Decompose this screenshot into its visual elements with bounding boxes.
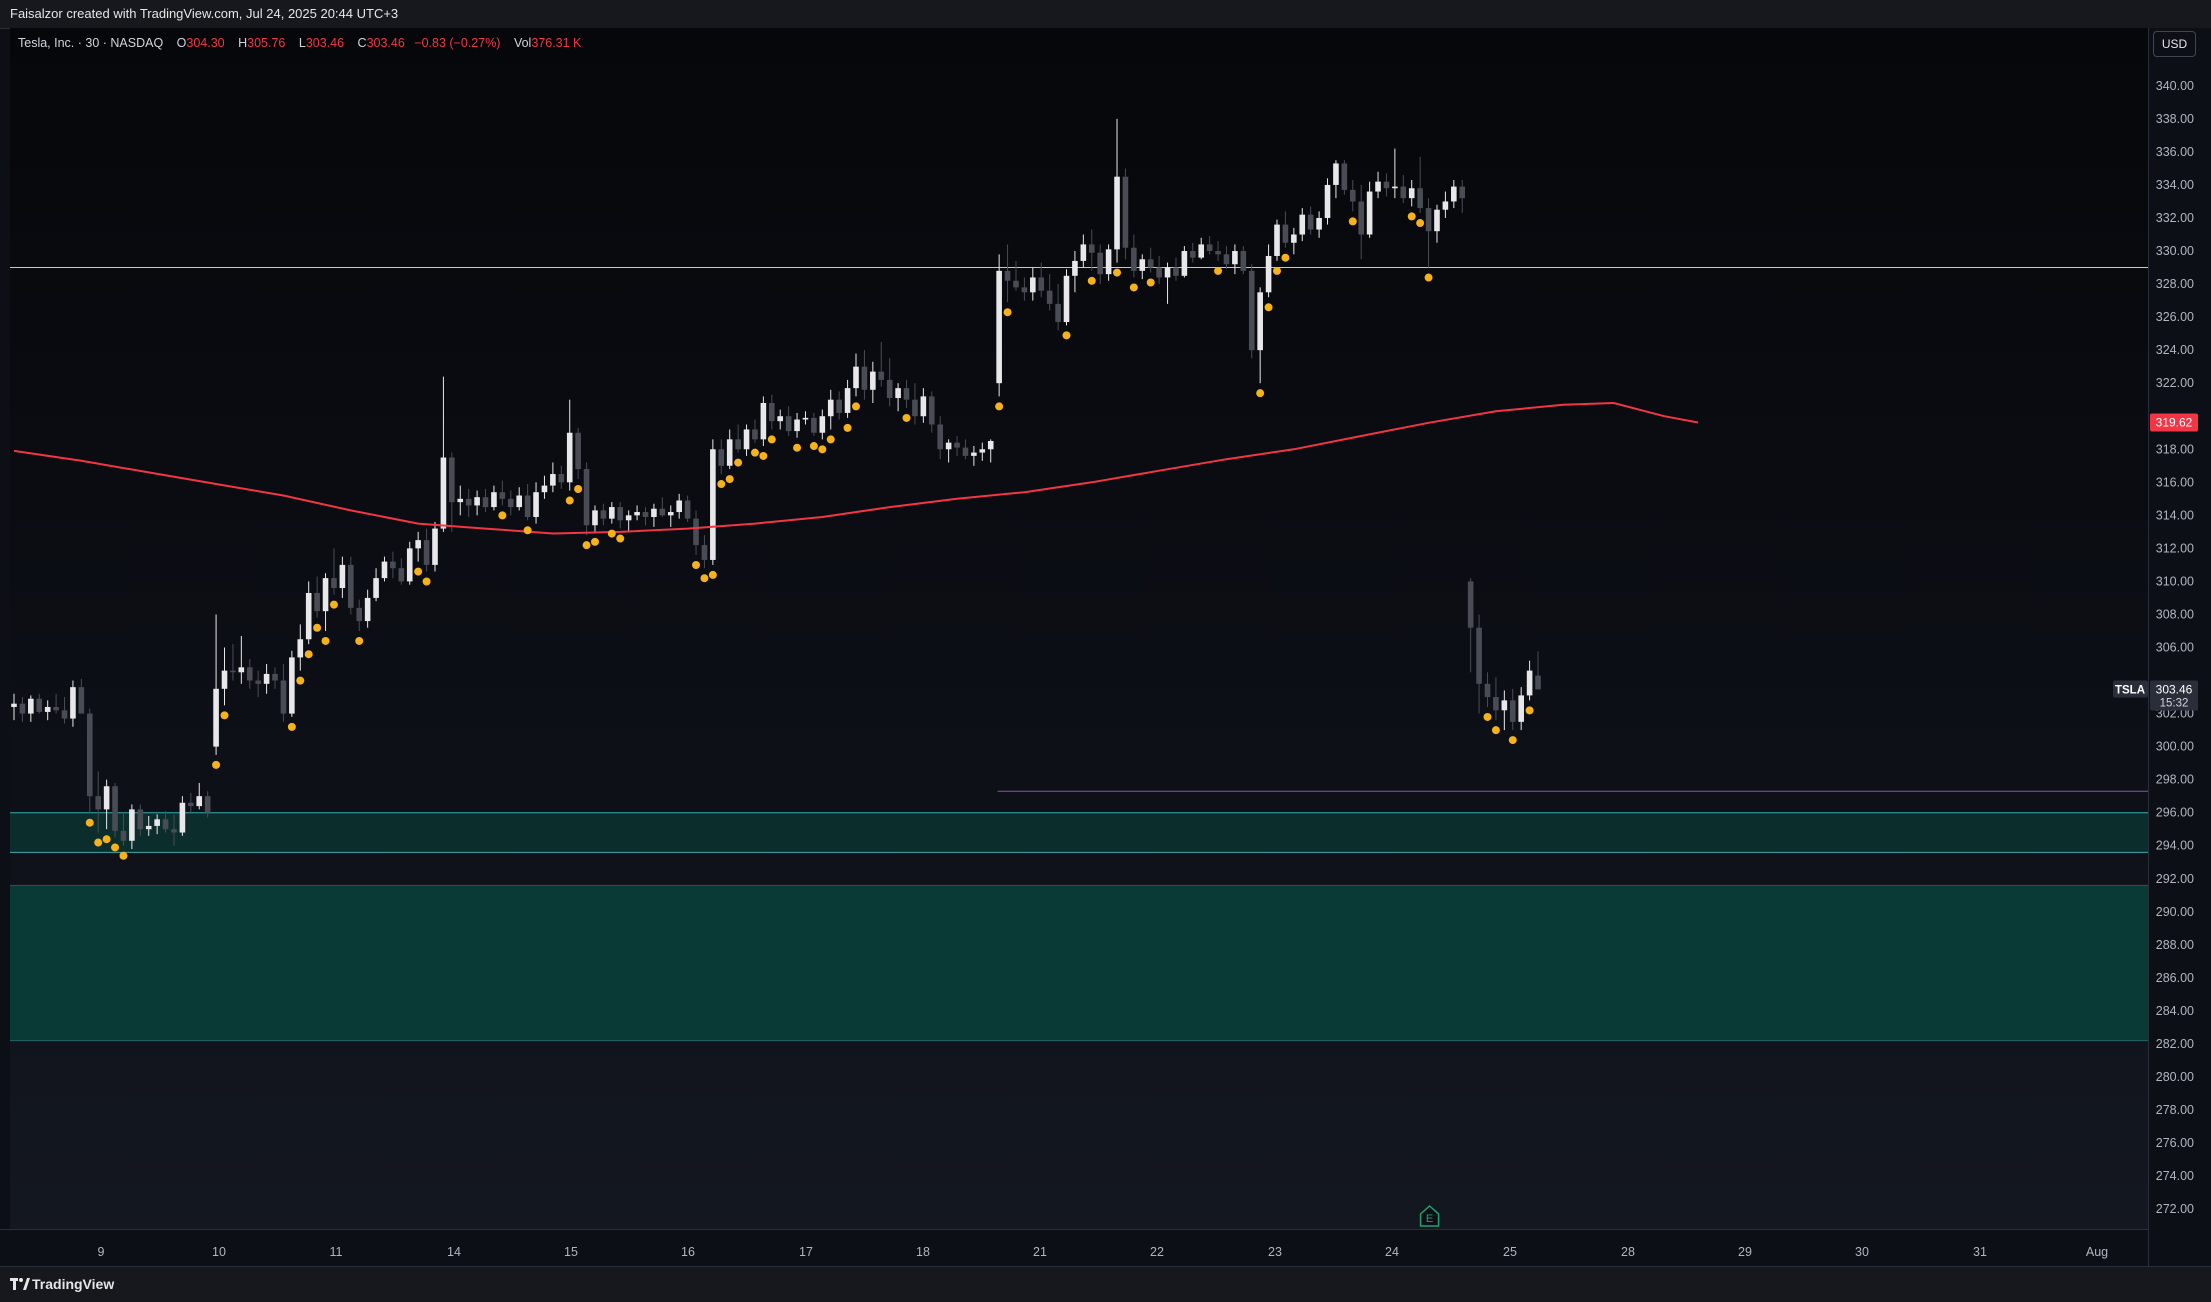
open-value: 304.30 — [186, 36, 225, 50]
close-value: 303.46 — [366, 36, 405, 50]
currency-button[interactable]: USD — [2153, 31, 2196, 57]
volume-label: Vol — [513, 36, 532, 50]
open-label: O — [176, 36, 187, 50]
chart-pane[interactable] — [10, 28, 2211, 1266]
attribution-text: Faisalzor created with TradingView.com, … — [10, 6, 399, 21]
attribution-bar: Faisalzor created with TradingView.com, … — [0, 0, 2211, 29]
symbol-legend: Tesla, Inc. · 30 · NASDAQ O304.30 H305.7… — [18, 36, 581, 50]
time-axis[interactable] — [0, 1229, 2148, 1267]
high-value: 305.76 — [247, 36, 286, 50]
change-value: −0.83 (−0.27%) — [414, 36, 501, 50]
tradingview-logo-icon — [10, 1278, 30, 1290]
price-axis[interactable] — [2148, 28, 2211, 1266]
footer-brand: TradingView — [32, 1276, 115, 1292]
low-value: 303.46 — [305, 36, 345, 50]
footer-bar: TradingView — [0, 1266, 2211, 1302]
volume-value: 376.31 K — [531, 36, 582, 50]
high-label: H — [238, 36, 248, 50]
low-label: L — [298, 36, 306, 50]
close-label: C — [357, 36, 367, 50]
symbol-description[interactable]: Tesla, Inc. · 30 · NASDAQ — [18, 36, 163, 50]
